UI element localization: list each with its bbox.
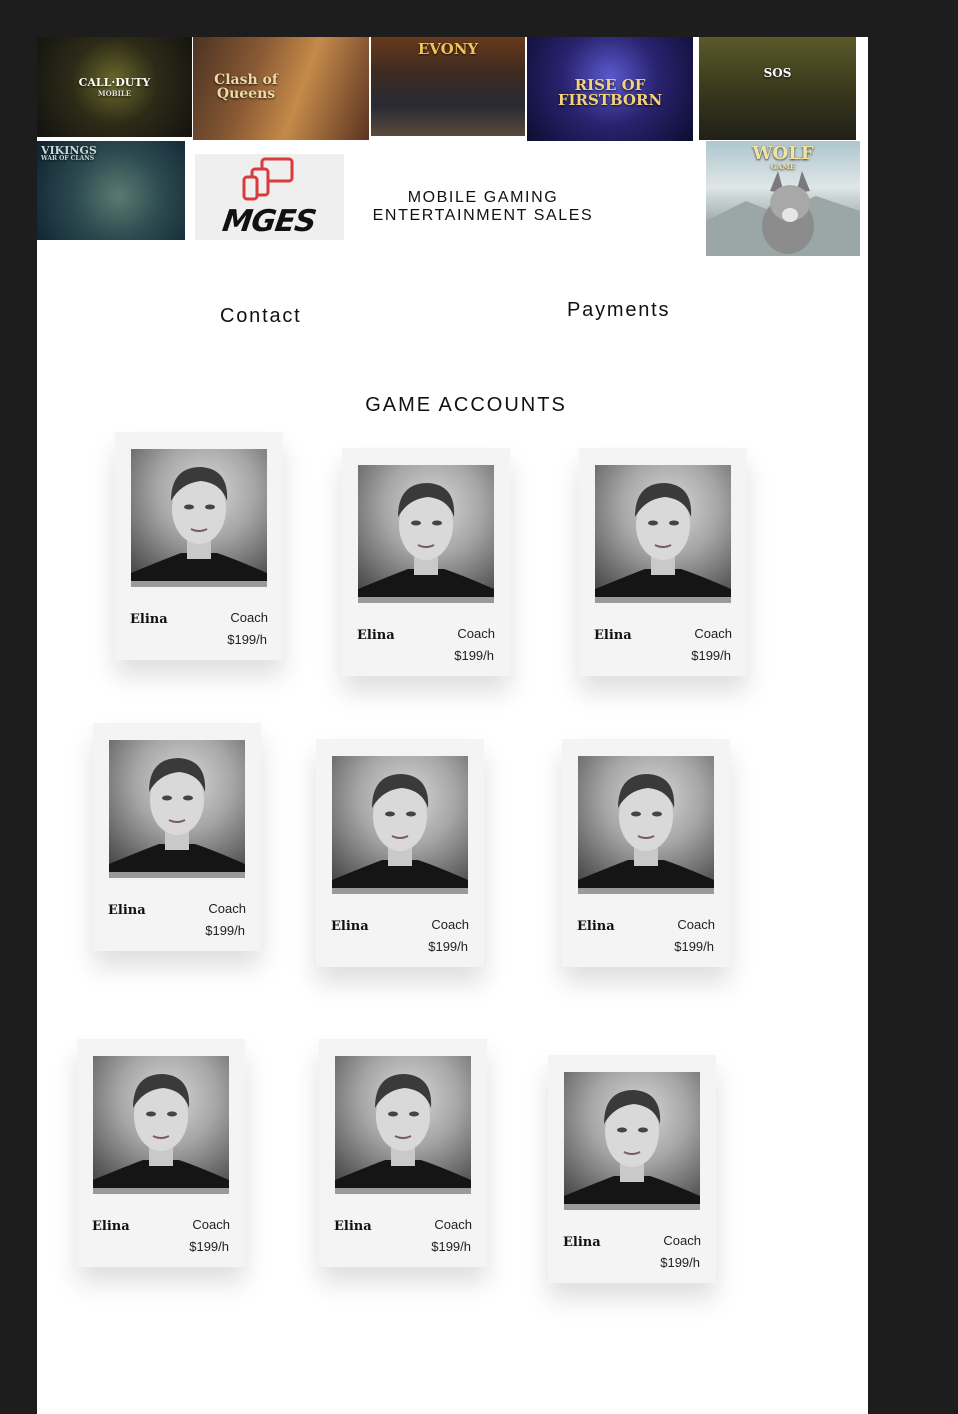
card-name: Elina (92, 1219, 130, 1234)
account-card[interactable]: Elina Coach $199/h (342, 448, 510, 676)
card-price: $199/h (428, 939, 468, 954)
card-price: $199/h (454, 648, 494, 663)
banner-subtitle: WAR OF CLANS (41, 155, 95, 162)
site-title-line1: MOBILE GAMING (407, 189, 559, 206)
account-card[interactable]: Elina Coach $199/h (548, 1055, 716, 1283)
vikings-banner[interactable]: VIKINGS WAR OF CLANS (37, 141, 185, 240)
banner-subtitle: MOBILE (97, 89, 132, 98)
banner-title: EVONY (417, 40, 479, 58)
account-card[interactable]: Elina Coach $199/h (562, 739, 730, 967)
clash-of-queens-banner[interactable]: Clash of Queens (193, 37, 369, 140)
portrait-image (109, 758, 245, 878)
card-name: Elina (594, 628, 632, 643)
card-name: Elina (563, 1235, 601, 1250)
portrait-image (595, 483, 731, 603)
call-of-duty-banner[interactable]: CALL·DUTY MOBILE (37, 37, 192, 137)
page: CALL·DUTY MOBILE Clash of Queens EVONY R… (37, 37, 868, 1414)
card-role: Coach (431, 917, 469, 932)
portrait-image (358, 483, 494, 603)
account-card[interactable]: Elina Coach $199/h (579, 448, 747, 676)
wolf-game-banner[interactable]: WOLF GAME (706, 141, 860, 256)
logo-text: MGES (220, 204, 318, 239)
profile-photo (93, 1056, 229, 1194)
profile-photo (578, 756, 714, 894)
portrait-image (93, 1074, 229, 1194)
portrait-image (131, 467, 267, 587)
portrait-image (335, 1074, 471, 1194)
card-price: $199/h (431, 1239, 471, 1254)
profile-photo (131, 449, 267, 587)
wolf-illustration (706, 171, 860, 256)
evony-banner[interactable]: EVONY (371, 37, 525, 136)
card-role: Coach (677, 917, 715, 932)
card-role: Coach (457, 626, 495, 641)
profile-photo (564, 1072, 700, 1210)
portrait-image (564, 1090, 700, 1210)
profile-photo (335, 1056, 471, 1194)
profile-photo (109, 740, 245, 878)
account-card[interactable]: Elina Coach $199/h (319, 1039, 487, 1267)
mges-logo[interactable]: MGES (195, 154, 344, 240)
card-role: Coach (208, 901, 246, 916)
banner-title: SOS (763, 66, 792, 80)
card-role: Coach (230, 610, 268, 625)
nav-contact-link[interactable]: Contact (220, 305, 302, 328)
card-price: $199/h (189, 1239, 229, 1254)
profile-photo (358, 465, 494, 603)
section-title: GAME ACCOUNTS (365, 394, 567, 416)
account-card[interactable]: Elina Coach $199/h (77, 1039, 245, 1267)
portrait-image (578, 774, 714, 894)
card-name: Elina (108, 903, 146, 918)
card-name: Elina (130, 612, 168, 627)
card-role: Coach (663, 1233, 701, 1248)
banner-title: RISE OF FIRSTBORN (557, 76, 663, 109)
card-role: Coach (434, 1217, 472, 1232)
card-price: $199/h (227, 632, 267, 647)
card-price: $199/h (660, 1255, 700, 1270)
nav-payments-link[interactable]: Payments (567, 299, 670, 322)
account-card[interactable]: Elina Coach $199/h (115, 432, 283, 660)
rise-of-firstborn-banner[interactable]: RISE OF FIRSTBORN (527, 37, 693, 141)
account-card[interactable]: Elina Coach $199/h (93, 723, 261, 951)
card-role: Coach (192, 1217, 230, 1232)
card-price: $199/h (674, 939, 714, 954)
account-card[interactable]: Elina Coach $199/h (316, 739, 484, 967)
devices-icon (242, 157, 294, 201)
card-name: Elina (334, 1219, 372, 1234)
card-role: Coach (694, 626, 732, 641)
card-price: $199/h (691, 648, 731, 663)
portrait-image (332, 774, 468, 894)
card-price: $199/h (205, 923, 245, 938)
banner-title: CALL·DUTY (78, 76, 151, 89)
banner-title: Clash of Queens (214, 72, 278, 102)
sos-banner[interactable]: SOS (699, 37, 856, 140)
card-name: Elina (331, 919, 369, 934)
card-name: Elina (577, 919, 615, 934)
profile-photo (332, 756, 468, 894)
site-title: MOBILE GAMING ENTERTAINMENT SALES (357, 189, 609, 225)
card-name: Elina (357, 628, 395, 643)
profile-photo (595, 465, 731, 603)
site-title-line2: ENTERTAINMENT SALES (372, 207, 594, 224)
